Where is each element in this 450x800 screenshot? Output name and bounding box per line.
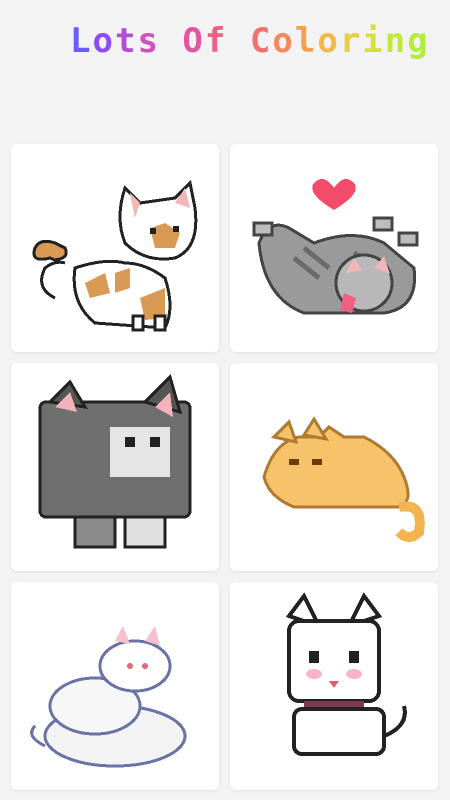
cat-standing-image <box>32 179 198 332</box>
cat-cute-image <box>285 592 407 756</box>
gallery-card-5[interactable] <box>11 582 219 790</box>
cat-kitten-image <box>38 374 192 549</box>
gallery-card-2[interactable] <box>230 144 438 352</box>
title-char: o <box>317 21 340 61</box>
title-char: l <box>294 21 318 61</box>
gallery-grid <box>11 144 439 790</box>
app-title: Lots Of Coloring <box>70 18 428 64</box>
title-char: i <box>362 21 385 61</box>
cat-rolling-image <box>252 179 419 315</box>
title-char: O <box>182 21 205 61</box>
title-char: n <box>384 21 408 61</box>
gallery-card-6[interactable] <box>230 582 438 790</box>
title-char: o <box>92 21 115 61</box>
title-char: g <box>407 21 430 61</box>
title-space <box>160 21 182 61</box>
title-char: r <box>339 21 363 61</box>
gallery-card-4[interactable] <box>230 363 438 571</box>
cat-lying-image <box>262 416 425 542</box>
title-char: s <box>137 21 160 61</box>
gallery-card-3[interactable] <box>11 363 219 571</box>
title-space <box>227 21 249 61</box>
title-char: o <box>272 21 295 61</box>
gallery-card-1[interactable] <box>11 144 219 352</box>
title-char: f <box>204 21 228 61</box>
title-char: L <box>70 21 93 61</box>
cats-pile-image <box>30 626 187 768</box>
title-char: t <box>114 21 138 61</box>
title-char: C <box>249 21 273 61</box>
